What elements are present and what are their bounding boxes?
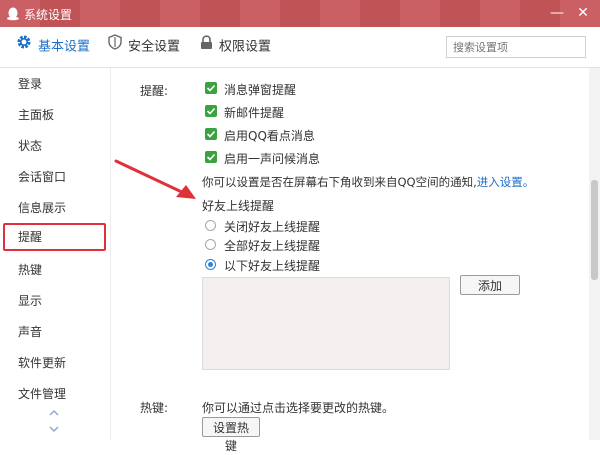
hotkey-section-label: 热键:: [140, 401, 169, 415]
check-icon: [206, 153, 216, 161]
title-bar: 系统设置 — ✕: [0, 0, 600, 27]
set-hotkey-button[interactable]: 设置热键: [202, 417, 260, 453]
tab-security-settings[interactable]: 安全设置: [108, 27, 180, 67]
radio-all-friends-online[interactable]: [205, 239, 216, 250]
tab-basic-settings[interactable]: 基本设置: [16, 27, 90, 67]
radio-disable-friend-online[interactable]: [205, 220, 216, 231]
checkbox-label: 启用QQ看点消息: [224, 129, 315, 143]
tab-label: 基本设置: [38, 39, 91, 55]
minimize-button[interactable]: —: [548, 4, 566, 22]
sidebar-item-sound[interactable]: 声音: [0, 320, 110, 344]
search-box[interactable]: [446, 36, 586, 58]
checkbox-greeting-message[interactable]: [205, 151, 217, 163]
sidebar-item-display[interactable]: 显示: [0, 289, 110, 313]
add-friend-button[interactable]: 添加: [460, 275, 520, 295]
sidebar-item-file-management[interactable]: 文件管理: [0, 382, 110, 406]
friend-list-box[interactable]: [202, 277, 450, 370]
checkbox-new-mail-reminder[interactable]: [205, 105, 217, 117]
radio-label: 以下好友上线提醒: [224, 259, 321, 273]
sidebar: 登录 主面板 状态 会话窗口 信息展示 提醒 热键 显示 声音 软件更新 文件管…: [0, 68, 111, 440]
tab-permission-settings[interactable]: 权限设置: [200, 27, 271, 67]
gear-icon: [16, 27, 32, 67]
shield-icon: [108, 27, 122, 67]
red-arrow-annotation: [114, 159, 196, 199]
title-bar-background: [0, 0, 600, 27]
sidebar-item-reminder[interactable]: 提醒: [3, 223, 106, 251]
checkbox-label: 新邮件提醒: [224, 106, 285, 120]
friend-online-title: 好友上线提醒: [202, 199, 275, 213]
sidebar-item-software-update[interactable]: 软件更新: [0, 351, 110, 375]
check-icon: [206, 107, 216, 115]
note-text: 你可以设置是否在屏幕右下角收到来自QQ空间的通知,: [202, 175, 477, 189]
close-button[interactable]: ✕: [574, 4, 592, 22]
sidebar-item-status[interactable]: 状态: [0, 134, 110, 158]
checkbox-qq-kandian[interactable]: [205, 128, 217, 140]
sidebar-item-hotkey[interactable]: 热键: [0, 258, 110, 282]
radio-following-friends-online[interactable]: [205, 259, 216, 270]
chevron-up-down-icon[interactable]: [48, 408, 60, 434]
qzone-notify-note: 你可以设置是否在屏幕右下角收到来自QQ空间的通知,进入设置。: [202, 174, 534, 190]
hotkey-description: 你可以通过点击选择要更改的热键。: [202, 401, 395, 415]
check-icon: [206, 130, 216, 138]
radio-label: 全部好友上线提醒: [224, 239, 321, 253]
scrollbar-thumb[interactable]: [591, 180, 598, 280]
window-title: 系统设置: [24, 8, 73, 22]
checkbox-label: 启用一声问候消息: [224, 152, 321, 166]
tab-label: 权限设置: [219, 39, 272, 55]
enter-settings-link[interactable]: 进入设置。: [477, 175, 535, 189]
sidebar-item-chat-window[interactable]: 会话窗口: [0, 165, 110, 189]
settings-content: [111, 68, 589, 440]
qq-penguin-icon: [6, 6, 20, 21]
sidebar-item-info-display[interactable]: 信息展示: [0, 196, 110, 220]
sidebar-item-main-panel[interactable]: 主面板: [0, 103, 110, 127]
checkbox-popup-reminder[interactable]: [205, 82, 217, 94]
reminder-section-label: 提醒:: [140, 84, 169, 98]
search-input[interactable]: [447, 37, 585, 57]
lock-icon: [200, 27, 213, 67]
checkbox-label: 消息弹窗提醒: [224, 83, 297, 97]
content-scrollbar[interactable]: [589, 68, 600, 440]
check-icon: [206, 84, 216, 92]
radio-label: 关闭好友上线提醒: [224, 220, 321, 234]
tab-label: 安全设置: [128, 39, 181, 55]
sidebar-scroll-arrows[interactable]: [48, 408, 60, 437]
sidebar-item-login[interactable]: 登录: [0, 72, 110, 96]
